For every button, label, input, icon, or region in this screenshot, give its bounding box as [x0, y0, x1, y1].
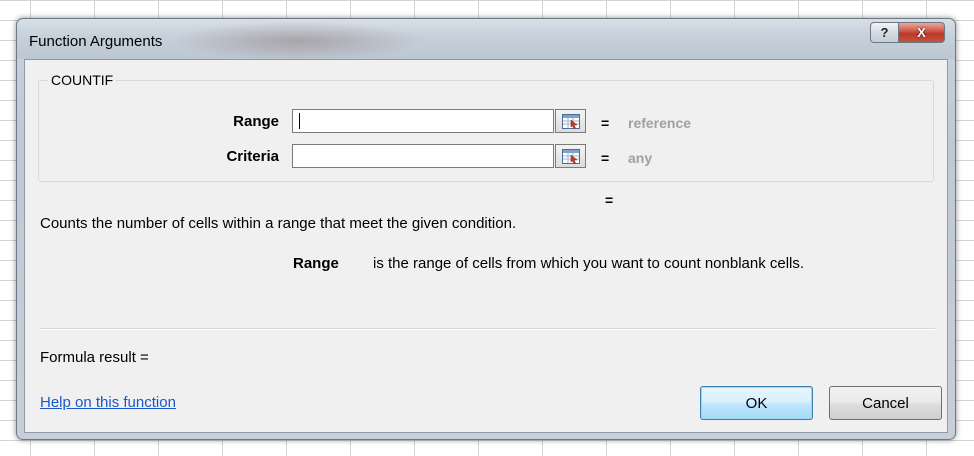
- function-name: COUNTIF: [48, 72, 117, 88]
- arguments-group: COUNTIF Range = reference Criteria = any: [38, 72, 934, 182]
- caption-buttons: ? X: [870, 22, 945, 43]
- dialog-titlebar[interactable]: Function Arguments ? X: [17, 19, 955, 59]
- ok-button[interactable]: OK: [700, 386, 813, 420]
- current-argument-name: Range: [293, 255, 339, 272]
- range-input[interactable]: [292, 109, 554, 133]
- close-button[interactable]: X: [899, 22, 945, 43]
- close-icon: X: [917, 25, 926, 40]
- text-cursor: [299, 113, 300, 130]
- criteria-result: any: [628, 150, 653, 166]
- help-on-function-link[interactable]: Help on this function: [40, 394, 176, 411]
- collapse-dialog-icon: [561, 113, 580, 129]
- cancel-button[interactable]: Cancel: [829, 386, 942, 420]
- range-collapse-button[interactable]: [555, 109, 586, 133]
- function-result-equals: =: [605, 192, 614, 208]
- current-argument-description: is the range of cells from which you wan…: [373, 255, 805, 272]
- function-arguments-dialog: Function Arguments ? X COUNTIF Range = r…: [16, 18, 956, 440]
- dialog-body: COUNTIF Range = reference Criteria = any…: [24, 59, 948, 433]
- range-equals: =: [601, 115, 610, 131]
- help-icon: ?: [880, 25, 889, 40]
- criteria-collapse-button[interactable]: [555, 144, 586, 168]
- function-description: Counts the number of cells within a rang…: [40, 215, 517, 232]
- criteria-equals: =: [601, 150, 610, 166]
- collapse-dialog-icon: [561, 148, 580, 164]
- formula-result-label: Formula result =: [40, 349, 149, 366]
- criteria-label: Criteria: [226, 148, 279, 165]
- criteria-input[interactable]: [292, 144, 554, 168]
- range-label: Range: [233, 113, 279, 130]
- help-button[interactable]: ?: [870, 22, 899, 43]
- range-result: reference: [628, 115, 692, 131]
- separator-line: [39, 328, 935, 330]
- dialog-title: Function Arguments: [29, 33, 163, 50]
- ok-button-label: OK: [745, 394, 768, 412]
- cancel-button-label: Cancel: [862, 394, 909, 412]
